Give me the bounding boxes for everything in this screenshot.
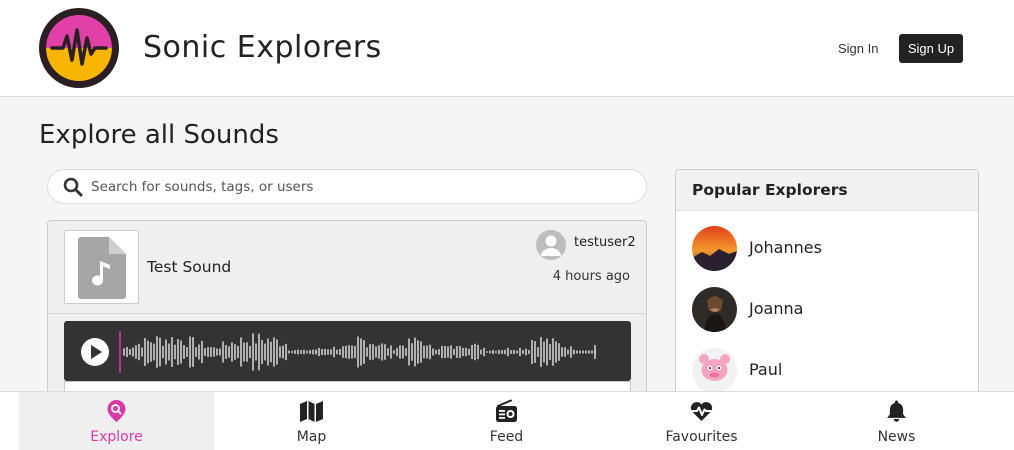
sound-title[interactable]: Test Sound (147, 258, 231, 276)
nav-item-map[interactable]: Map (214, 392, 409, 450)
sound-timestamp: 4 hours ago (552, 269, 630, 284)
nav-item-feed[interactable]: Feed (409, 392, 604, 450)
nav-item-favourites[interactable]: Favourites (604, 392, 799, 450)
explorer-avatar[interactable] (692, 226, 737, 271)
heart-pulse-icon (690, 402, 713, 421)
nav-item-news[interactable]: News (799, 392, 994, 450)
user-placeholder-icon (541, 235, 561, 256)
explorer-item[interactable]: Joanna (692, 287, 972, 332)
nav-label: Feed (489, 429, 524, 445)
bell-icon (887, 400, 906, 422)
app-logo-icon[interactable] (39, 8, 119, 88)
explorer-name[interactable]: Johannes (749, 238, 822, 257)
user-avatar[interactable] (536, 230, 566, 260)
explorer-name[interactable]: Joanna (749, 299, 803, 318)
search-bar[interactable] (47, 169, 647, 204)
sound-card[interactable]: Test Sound testuser2 4 hours ago (47, 220, 647, 395)
explorer-avatar[interactable] (692, 287, 737, 332)
play-button[interactable] (81, 338, 109, 366)
sign-up-button[interactable]: Sign Up (899, 34, 963, 63)
nav-item-explore[interactable]: Explore (19, 392, 214, 450)
explorer-item[interactable]: Johannes (692, 226, 972, 271)
waveform[interactable] (118, 329, 598, 375)
audio-file-icon (78, 237, 126, 299)
search-icon (63, 177, 83, 197)
nav-label: Favourites (665, 429, 738, 445)
sound-username[interactable]: testuser2 (574, 235, 636, 250)
top-header: Sonic Explorers Sign In Sign Up (0, 0, 1014, 97)
popular-explorers-panel: Popular Explorers Johannes Joanna Paul (675, 169, 979, 409)
sound-thumbnail[interactable] (64, 230, 139, 304)
radio-icon (496, 399, 517, 422)
search-input[interactable] (91, 170, 631, 203)
nav-label: Map (296, 429, 327, 445)
audio-player[interactable] (64, 321, 631, 381)
explorer-avatar[interactable] (692, 348, 737, 393)
nav-label: News (877, 429, 916, 445)
popular-explorers-title: Popular Explorers (676, 170, 978, 211)
page-title: Explore all Sounds (39, 120, 279, 150)
map-pin-search-icon (107, 400, 126, 422)
divider (48, 313, 646, 314)
app-title: Sonic Explorers (143, 30, 382, 65)
explorer-name[interactable]: Paul (749, 360, 782, 379)
explorer-item[interactable]: Paul (692, 348, 972, 393)
nav-label: Explore (90, 429, 143, 445)
sign-in-button[interactable]: Sign In (826, 34, 890, 63)
map-icon (300, 401, 323, 422)
bottom-navigation: Explore Map Feed Favourites News (0, 391, 1014, 450)
